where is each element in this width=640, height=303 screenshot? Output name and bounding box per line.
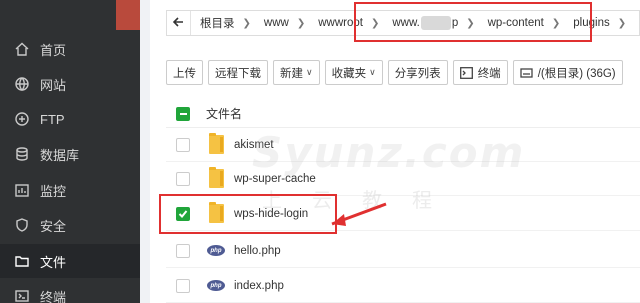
column-header-filename[interactable]: 文件名 — [206, 105, 242, 122]
redaction-blur — [420, 16, 451, 30]
terminal-icon — [14, 288, 30, 303]
check-icon — [178, 209, 188, 218]
database-icon — [14, 146, 30, 162]
breadcrumb: 根目录 ❯ www ❯ wwwroot ❯ www. p ❯ wp-content ❯ pl… — [166, 10, 640, 36]
table-header: 文件名 — [166, 100, 640, 128]
file-name[interactable]: wps-hide-login — [234, 208, 308, 220]
ftp-icon — [14, 111, 30, 127]
sidebar-item-website[interactable]: 网站 — [0, 67, 140, 101]
sidebar-item-files[interactable]: 文件 — [0, 244, 140, 278]
terminal-icon — [459, 66, 473, 79]
folder-icon — [14, 253, 30, 269]
sidebar-item-monitor[interactable]: 监控 — [0, 173, 140, 207]
file-name[interactable]: wp-super-cache — [234, 173, 316, 185]
file-name[interactable]: index.php — [234, 280, 284, 292]
new-dropdown[interactable]: 新建 ∨ — [273, 60, 320, 85]
sidebar-item-label: 终端 — [40, 289, 67, 303]
breadcrumb-site[interactable]: www. p ❯ — [383, 11, 478, 35]
php-file-icon: php — [207, 241, 225, 261]
chevron-right-icon: ❯ — [617, 17, 627, 29]
sidebar-item-label: 监控 — [40, 183, 67, 199]
sidebar-item-database[interactable]: 数据库 — [0, 137, 140, 171]
breadcrumb-www[interactable]: www ❯ — [255, 11, 309, 35]
upload-button[interactable]: 上传 — [166, 60, 203, 85]
chevron-right-icon: ❯ — [370, 17, 380, 29]
sidebar-item-label: 安全 — [40, 218, 67, 234]
chevron-down-icon: ∨ — [369, 67, 376, 77]
toolbar: 上传 远程下载 新建 ∨ 收藏夹 ∨ 分享列表 终端 /(根目录) (36G) — [166, 60, 628, 85]
row-checkbox[interactable] — [176, 243, 190, 258]
table-row[interactable]: akismet — [166, 128, 640, 162]
sidebar-item-home[interactable]: 首页 — [0, 32, 140, 66]
sidebar-item-label: 数据库 — [40, 147, 80, 163]
breadcrumb-wp-content[interactable]: wp-content ❯ — [479, 11, 565, 35]
home-icon — [14, 41, 30, 57]
globe-icon — [14, 76, 30, 92]
breadcrumb-wwwroot[interactable]: wwwroot ❯ — [309, 11, 383, 35]
sidebar-item-terminal[interactable]: 终端 — [0, 279, 140, 303]
sidebar-item-label: 文件 — [40, 254, 67, 270]
sidebar-item-label: FTP — [40, 111, 65, 127]
folder-icon — [207, 167, 225, 189]
table-row[interactable]: wp-super-cache — [166, 162, 640, 196]
select-all-checkbox[interactable] — [176, 106, 190, 121]
arrow-left-icon — [172, 16, 184, 30]
sidebar-item-security[interactable]: 安全 — [0, 208, 140, 242]
row-checkbox[interactable] — [176, 278, 190, 293]
sidebar-item-label: 首页 — [40, 42, 67, 58]
php-file-icon: php — [207, 276, 225, 296]
chevron-right-icon: ❯ — [466, 17, 475, 29]
file-manager: 根目录 ❯ www ❯ wwwroot ❯ www. p ❯ wp-content ❯ pl… — [150, 0, 640, 303]
share-list-button[interactable]: 分享列表 — [387, 60, 448, 85]
breadcrumb-plugins[interactable]: plugins ❯ — [564, 11, 630, 35]
disk-button[interactable]: /(根目录) (36G) — [512, 60, 623, 85]
sidebar: 首页 网站 FTP 数据库 监控 安全 文件 终端 — [0, 0, 140, 303]
chevron-down-icon: ∨ — [306, 67, 313, 77]
remote-download-button[interactable]: 远程下载 — [208, 60, 268, 85]
file-name[interactable]: hello.php — [234, 245, 281, 257]
brand-strip — [116, 0, 140, 30]
shield-icon — [14, 217, 30, 233]
row-checkbox[interactable] — [176, 206, 190, 221]
terminal-button[interactable]: 终端 — [452, 60, 508, 85]
disk-icon — [520, 67, 533, 79]
sidebar-item-ftp[interactable]: FTP — [0, 102, 140, 136]
row-checkbox[interactable] — [176, 137, 190, 152]
table-row[interactable]: php hello.php — [166, 234, 640, 268]
file-name[interactable]: akismet — [234, 139, 274, 151]
monitor-icon — [14, 182, 30, 198]
chevron-right-icon: ❯ — [296, 17, 306, 29]
chevron-right-icon: ❯ — [242, 17, 251, 29]
table-row[interactable]: wps-hide-login — [166, 197, 640, 231]
row-checkbox[interactable] — [176, 171, 190, 186]
folder-icon — [207, 202, 225, 224]
folder-icon — [207, 133, 225, 155]
back-button[interactable] — [167, 11, 191, 35]
breadcrumb-root[interactable]: 根目录 ❯ — [191, 11, 255, 35]
favorites-dropdown[interactable]: 收藏夹 ∨ — [324, 60, 383, 85]
chevron-right-icon: ❯ — [551, 17, 561, 29]
table-row[interactable]: php index.php — [166, 269, 640, 303]
sidebar-item-label: 网站 — [40, 77, 67, 93]
